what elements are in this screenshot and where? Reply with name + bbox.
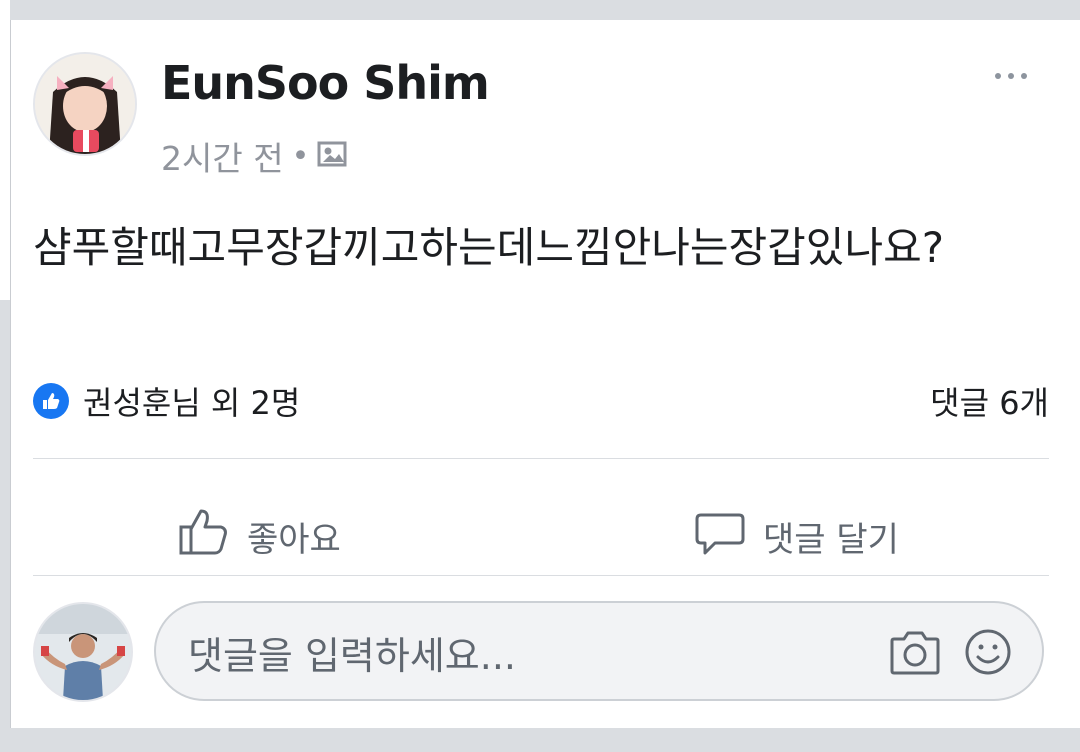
camera-icon[interactable] — [888, 627, 942, 677]
more-options-button[interactable] — [981, 58, 1041, 94]
meta-separator: • — [291, 138, 310, 174]
comment-button[interactable]: 댓글 달기 — [693, 482, 899, 590]
comment-count[interactable]: 댓글 6개 — [930, 378, 1049, 424]
author-avatar[interactable] — [33, 52, 137, 156]
author-name[interactable]: EunSoo Shim — [161, 56, 490, 110]
left-edge — [0, 0, 10, 300]
current-user-avatar — [33, 602, 133, 702]
thumbs-up-icon — [177, 505, 231, 568]
reaction-summary-text: 권성훈님 외 2명 — [83, 384, 301, 422]
more-horizontal-icon — [995, 73, 1001, 79]
post-text: 샴푸할때고무장갑끼고하는데느낌안나는장갑있나요? — [33, 223, 945, 272]
like-badge-icon — [33, 383, 69, 419]
reaction-summary[interactable]: 권성훈님 외 2명 — [33, 378, 300, 424]
speech-bubble-icon — [693, 505, 747, 568]
post-meta: 2시간 전 • — [161, 132, 349, 180]
post-time[interactable]: 2시간 전 — [161, 132, 284, 180]
like-label: 좋아요 — [247, 519, 341, 560]
divider — [33, 575, 1049, 576]
smiley-icon[interactable] — [962, 627, 1016, 677]
photo-album-icon — [317, 137, 349, 176]
divider — [33, 458, 1049, 459]
comment-label: 댓글 달기 — [763, 519, 899, 560]
comment-input[interactable]: 댓글을 입력하세요... — [154, 601, 1044, 701]
post-card: EunSoo Shim 2시간 전 • 샴푸할때고무장갑끼고하는데느낌안나는장갑… — [10, 20, 1080, 728]
comment-placeholder: 댓글을 입력하세요... — [188, 634, 516, 678]
like-button[interactable]: 좋아요 — [177, 482, 341, 590]
